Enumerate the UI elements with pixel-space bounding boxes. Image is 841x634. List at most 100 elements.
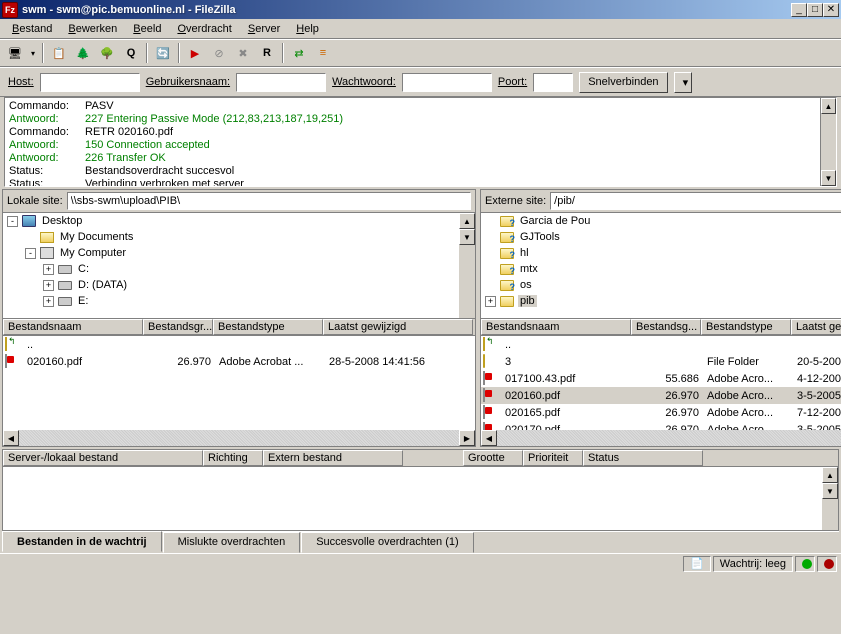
tree-node[interactable]: +C: — [3, 261, 475, 277]
local-list-header[interactable]: BestandsnaamBestandsgr...BestandstypeLaa… — [3, 319, 475, 336]
local-list[interactable]: ..020160.pdf26.970Adobe Acrobat ...28-5-… — [3, 336, 475, 446]
user-label: Gebruikersnaam: — [146, 76, 230, 88]
tab[interactable]: Mislukte overdrachten — [163, 532, 301, 553]
user-input[interactable] — [236, 73, 326, 92]
remote-hscroll[interactable]: ◀▶ — [481, 430, 841, 446]
sitemanager-dropdown[interactable]: ▾ — [28, 42, 38, 64]
local-tree[interactable]: -DesktopMy Documents-My Computer+C:+D: (… — [3, 213, 475, 319]
expand-toggle[interactable]: - — [25, 248, 36, 259]
pdf-icon — [483, 389, 499, 403]
toggle-remotetree-button[interactable]: 🌳 — [96, 42, 118, 64]
tree-label: My Documents — [58, 231, 135, 243]
menu-overdracht[interactable]: Overdracht — [169, 21, 239, 37]
remote-tree[interactable]: Garcia de PouGJToolshlmtxos+pib▲▼ — [481, 213, 841, 319]
column-header[interactable]: Bestandstype — [701, 319, 791, 335]
compare-button[interactable]: ≡ — [312, 42, 334, 64]
tree-node[interactable]: +E: — [3, 293, 475, 309]
tree-label: D: (DATA) — [76, 279, 129, 291]
tree-node[interactable]: -Desktop — [3, 213, 475, 229]
column-header[interactable]: Server-/lokaal bestand — [3, 450, 203, 466]
computer-icon — [39, 246, 55, 260]
menu-bestand[interactable]: Bestand — [4, 21, 60, 37]
queue-header[interactable]: Server-/lokaal bestandRichtingExtern bes… — [3, 450, 838, 467]
column-header[interactable]: Bestandsgr... — [143, 319, 213, 335]
local-hscroll[interactable]: ◀▶ — [3, 430, 475, 446]
folderq-icon — [499, 278, 515, 292]
tree-node[interactable]: GJTools — [481, 229, 841, 245]
column-header[interactable]: Laatst gewijzigd — [323, 319, 473, 335]
quickconnect-button[interactable]: Snelverbinden — [579, 72, 667, 93]
expand-toggle[interactable]: - — [7, 216, 18, 227]
list-item[interactable]: 020160.pdf26.970Adobe Acrobat ...28-5-20… — [3, 353, 475, 370]
drive-icon — [57, 294, 73, 308]
remote-list[interactable]: ..3File Folder20-5-2008 13:4...017100.43… — [481, 336, 841, 446]
host-input[interactable] — [40, 73, 140, 92]
column-header[interactable]: Richting — [203, 450, 263, 466]
expand-toggle[interactable]: + — [43, 296, 54, 307]
column-header[interactable]: Bestandsnaam — [481, 319, 631, 335]
maximize-button[interactable]: □ — [807, 3, 823, 17]
folderq-icon — [499, 230, 515, 244]
column-header[interactable]: Status — [583, 450, 703, 466]
expand-toggle[interactable]: + — [43, 280, 54, 291]
list-item[interactable]: 020165.pdf26.970Adobe Acro...7-12-2004 — [481, 404, 841, 421]
reconnect-button[interactable]: R — [256, 42, 278, 64]
menu-beeld[interactable]: Beeld — [125, 21, 169, 37]
desktop-icon — [21, 214, 37, 228]
folderq-icon — [499, 214, 515, 228]
disconnect-button[interactable]: ✖ — [232, 42, 254, 64]
filter-button[interactable]: ⇄ — [288, 42, 310, 64]
list-item[interactable]: 017100.43.pdf55.686Adobe Acro...4-12-200… — [481, 370, 841, 387]
minimize-button[interactable]: _ — [791, 3, 807, 17]
menu-server[interactable]: Server — [240, 21, 288, 37]
remote-path-input[interactable] — [550, 192, 841, 210]
pass-input[interactable] — [402, 73, 492, 92]
column-header[interactable]: Bestandsg... — [631, 319, 701, 335]
list-item[interactable]: .. — [481, 336, 841, 353]
column-header[interactable]: Bestandstype — [213, 319, 323, 335]
column-header[interactable]: Grootte — [463, 450, 523, 466]
folder-icon — [483, 355, 499, 369]
quickconnect-bar: Host: Gebruikersnaam: Wachtwoord: Poort:… — [0, 67, 841, 97]
menu-bewerken[interactable]: Bewerken — [60, 21, 125, 37]
tree-node[interactable]: -My Computer — [3, 245, 475, 261]
local-path-input[interactable] — [67, 192, 471, 210]
column-header[interactable]: Bestandsnaam — [3, 319, 143, 335]
tree-node[interactable]: os — [481, 277, 841, 293]
column-header[interactable]: Laatst gewijzigd — [791, 319, 841, 335]
column-header[interactable]: Extern bestand — [263, 450, 403, 466]
tab[interactable]: Succesvolle overdrachten (1) — [301, 532, 473, 553]
tree-node[interactable]: +pib — [481, 293, 841, 309]
refresh-button[interactable]: 🔄 — [152, 42, 174, 64]
toggle-queue-button[interactable]: Q — [120, 42, 142, 64]
queue-body[interactable]: ▲▼ — [3, 467, 838, 530]
pdf-icon — [5, 355, 21, 369]
list-item[interactable]: 020160.pdf26.970Adobe Acro...3-5-2005 — [481, 387, 841, 404]
process-queue-button[interactable]: ▶ — [184, 42, 206, 64]
tree-node[interactable]: hl — [481, 245, 841, 261]
log-scrollbar[interactable]: ▲▼ — [820, 98, 836, 186]
column-header[interactable]: Prioriteit — [523, 450, 583, 466]
menu-help[interactable]: Help — [288, 21, 327, 37]
tab[interactable]: Bestanden in de wachtrij — [2, 531, 162, 552]
tree-node[interactable]: + D: (DATA) — [3, 277, 475, 293]
tree-node[interactable]: My Documents — [3, 229, 475, 245]
tree-node[interactable]: Garcia de Pou — [481, 213, 841, 229]
expand-toggle[interactable]: + — [485, 296, 496, 307]
toggle-log-button[interactable]: 📋 — [48, 42, 70, 64]
close-button[interactable]: ✕ — [823, 3, 839, 17]
remote-list-header[interactable]: BestandsnaamBestandsg...BestandstypeLaat… — [481, 319, 841, 336]
quickconnect-dropdown[interactable]: ▾ — [674, 72, 692, 93]
list-item[interactable]: 3File Folder20-5-2008 13:4... — [481, 353, 841, 370]
cell-type: File Folder — [703, 356, 793, 368]
titlebar: Fz swm - swm@pic.bemuonline.nl - FileZil… — [0, 0, 841, 19]
tree-node[interactable]: mtx — [481, 261, 841, 277]
expand-toggle[interactable]: + — [43, 264, 54, 275]
log-line: Status:Bestandsoverdracht succesvol — [9, 165, 832, 178]
list-item[interactable]: .. — [3, 336, 475, 353]
toggle-localtree-button[interactable]: 🌲 — [72, 42, 94, 64]
port-input[interactable] — [533, 73, 573, 92]
drive-icon — [57, 262, 73, 276]
cancel-button[interactable]: ⊘ — [208, 42, 230, 64]
sitemanager-button[interactable]: 🖥 — [4, 42, 26, 64]
